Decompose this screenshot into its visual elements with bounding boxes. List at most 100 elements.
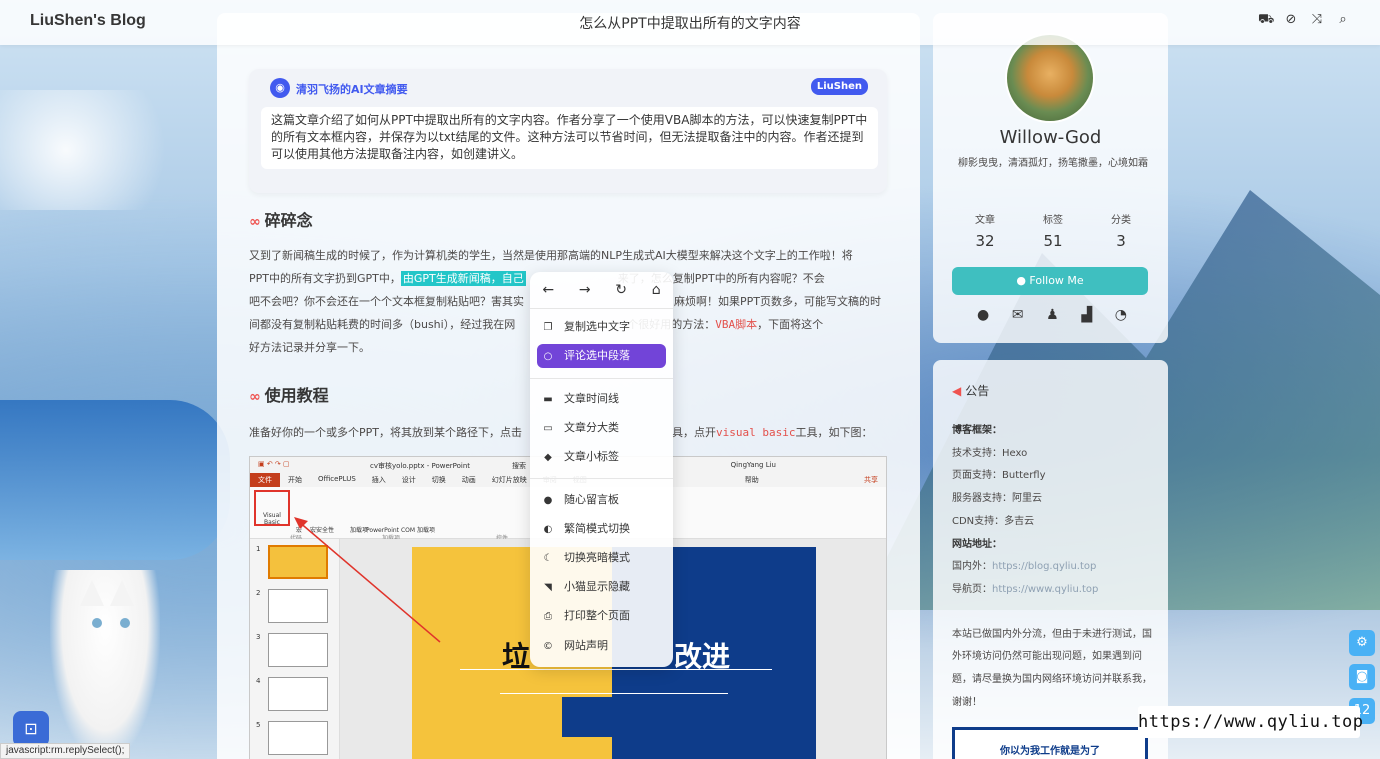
right-click-context-menu: ← → ↻ ⌂ ❐ 复制选中文字 ○ 评论选中段落 ▬ 文章时间线 ▭ 文章分大类 ◆ 文… bbox=[530, 272, 673, 667]
forward-arrow-icon[interactable]: → bbox=[579, 282, 591, 298]
menu-item-darkmode-toggle[interactable]: ☾ 切换亮暗模式 bbox=[540, 546, 666, 570]
menu-item-copy-selection[interactable]: ❐ 复制选中文字 bbox=[540, 315, 666, 339]
stat-articles[interactable]: 文章 32 bbox=[953, 211, 1017, 250]
stat-label: 标签 bbox=[1043, 215, 1063, 226]
slide-number: 3 bbox=[256, 633, 261, 641]
site-name-link[interactable]: LiuShen's Blog bbox=[30, 12, 146, 30]
section-title: 碎碎念 bbox=[264, 211, 313, 230]
stat-value: 51 bbox=[1043, 232, 1063, 250]
menu-item-print[interactable]: ⎙ 打印整个页面 bbox=[540, 604, 666, 628]
ai-summary-title: 清羽飞扬的AI文章摘要 bbox=[296, 83, 408, 96]
menu-item-archive[interactable]: ▬ 文章时间线 bbox=[540, 387, 666, 411]
copy-icon: ❐ bbox=[543, 322, 553, 333]
ai-summary-badge[interactable]: LiuShen bbox=[810, 78, 868, 95]
link-icon[interactable]: ⊘ bbox=[1284, 13, 1298, 27]
back-arrow-icon[interactable]: ← bbox=[542, 282, 554, 298]
ppt-tab: 开始 bbox=[288, 476, 302, 484]
robot-icon: ◉ bbox=[270, 78, 290, 98]
ai-summary-box: ◉ 清羽飞扬的AI文章摘要 LiuShen 这篇文章介绍了如何从PPT中提取出所… bbox=[249, 69, 887, 193]
selected-text-highlight: 由GPT生成新闻稿，自己 bbox=[400, 271, 526, 286]
slide-title-left: 垃 bbox=[502, 640, 531, 673]
chart-icon[interactable]: ▟ bbox=[1081, 307, 1092, 323]
search-icon[interactable]: ⌕ bbox=[1336, 13, 1350, 27]
github-icon: ● bbox=[1016, 274, 1026, 287]
moon-icon: ☾ bbox=[543, 553, 553, 564]
visual-basic-button-highlighted: Visual Basic bbox=[254, 490, 290, 526]
live2d-cat-mascot[interactable] bbox=[50, 570, 160, 759]
stat-label: 文章 bbox=[975, 215, 995, 226]
inline-code: visual basic bbox=[715, 426, 796, 439]
menu-item-language-toggle[interactable]: ◐ 繁简模式切换 bbox=[540, 517, 666, 541]
github-icon[interactable]: ● bbox=[977, 307, 989, 323]
notice-label: 国内外： bbox=[952, 561, 992, 573]
context-nav-row: ← → ↻ ⌂ bbox=[530, 282, 673, 298]
announcement-header: ◀ 公告 bbox=[952, 382, 989, 399]
stat-value: 32 bbox=[975, 232, 995, 250]
notice-note: 本站已做国内外分流，但由于未进行测试，国外环境访问仍然可能出现问题，如果遇到问题… bbox=[952, 628, 1152, 708]
anchor-link-icon[interactable]: ∞ bbox=[249, 214, 261, 230]
home-icon[interactable]: ⌂ bbox=[652, 282, 661, 298]
domestic-url-link[interactable]: https://blog.qyliu.top bbox=[992, 561, 1096, 572]
browser-status-bar: javascript:rm.replySelect(); bbox=[0, 743, 131, 759]
author-name: Willow-God bbox=[999, 127, 1102, 148]
text-span: ，下面将这个 bbox=[757, 318, 824, 331]
background-lake bbox=[0, 400, 230, 560]
slide-number: 5 bbox=[256, 721, 261, 729]
text-span: PPT中的所有文字扔到GPT中， bbox=[249, 272, 401, 285]
slide-thumbnail bbox=[268, 677, 328, 711]
ppt-tab: 插入 bbox=[371, 476, 386, 484]
announcement-body: 博客框架： 技术支持：Hexo 页面支持：Butterfly 服务器支持：阿里云… bbox=[952, 420, 1152, 714]
menu-label: 繁简模式切换 bbox=[564, 522, 630, 535]
ai-chat-robot-button[interactable]: ⊡ bbox=[13, 711, 49, 747]
anchor-link-icon[interactable]: ∞ bbox=[249, 389, 261, 405]
menu-item-tags[interactable]: ◆ 文章小标签 bbox=[540, 445, 666, 469]
text-span: 准备好你的一个或多个PPT，将其放到某个路径下，点击 bbox=[249, 426, 522, 439]
settings-gear-icon[interactable]: ⚙ bbox=[1349, 630, 1375, 656]
menu-item-message-board[interactable]: ● 随心留言板 bbox=[540, 488, 666, 512]
menu-label: 随心留言板 bbox=[564, 493, 619, 506]
slide-number: 2 bbox=[256, 589, 261, 597]
menu-label: 文章小标签 bbox=[564, 450, 619, 463]
avatar[interactable] bbox=[1005, 33, 1095, 123]
menu-item-comment-selection[interactable]: ○ 评论选中段落 bbox=[537, 344, 666, 368]
follow-label: Follow Me bbox=[1029, 274, 1084, 287]
inline-code: VBA脚本 bbox=[715, 318, 758, 331]
site-header: LiuShen's Blog 怎么从PPT中提取出所有的文字内容 ⛟ ⊘ ⤨ ⌕ bbox=[0, 0, 1380, 45]
announcement-card: ◀ 公告 博客框架： 技术支持：Hexo 页面支持：Butterfly 服务器支持… bbox=[933, 360, 1168, 759]
cat-icon: ◥ bbox=[544, 582, 552, 593]
menu-item-categories[interactable]: ▭ 文章分大类 bbox=[540, 416, 666, 440]
notice-label: 导航页： bbox=[952, 583, 992, 595]
rss-icon[interactable]: ◔ bbox=[1115, 307, 1127, 323]
slide-number: 4 bbox=[256, 677, 261, 685]
social-links: ● ✉ ♟ ▟ ◔ bbox=[977, 307, 1127, 323]
message-board-icon: ● bbox=[543, 495, 553, 506]
qq-icon[interactable]: ♟ bbox=[1046, 307, 1059, 323]
background-clouds bbox=[0, 90, 220, 210]
menu-item-cat-toggle[interactable]: ◥ 小猫显示隐藏 bbox=[540, 575, 666, 599]
shuffle-icon[interactable]: ⤨ bbox=[1310, 13, 1324, 27]
stat-tags[interactable]: 标签 51 bbox=[1021, 211, 1085, 250]
author-profile-card: Willow-God 柳影曳曳，清酒孤灯，扬笔撒墨，心境如霜 文章 32 标签 … bbox=[933, 13, 1168, 343]
notice-line: 服务器支持：阿里云 bbox=[952, 493, 1042, 505]
stat-categories[interactable]: 分类 3 bbox=[1089, 211, 1153, 250]
section-heading-tutorial: ∞ 使用教程 bbox=[249, 382, 329, 406]
menu-label: 打印整个页面 bbox=[564, 609, 630, 622]
ppt-doc-title: cv审核yolo.pptx - PowerPoint bbox=[370, 462, 471, 470]
tags-icon: ◆ bbox=[544, 452, 552, 463]
follow-me-button[interactable]: ● Follow Me bbox=[952, 267, 1148, 295]
announcement-title: 公告 bbox=[965, 384, 990, 398]
menu-label: 评论选中段落 bbox=[564, 349, 630, 362]
menu-label: 切换亮暗模式 bbox=[564, 551, 630, 564]
comments-icon[interactable]: ◙ bbox=[1349, 664, 1375, 690]
email-icon[interactable]: ✉ bbox=[1012, 307, 1024, 323]
notice-image: 你以为我工作就是为了 bbox=[952, 727, 1148, 759]
ppt-tab: 切换 bbox=[431, 476, 446, 484]
refresh-icon[interactable]: ↻ bbox=[615, 282, 627, 298]
ppt-user: QingYang Liu bbox=[730, 461, 776, 469]
nav-url-link[interactable]: https://www.qyliu.top bbox=[992, 584, 1098, 595]
text-span: 间都没有复制粘贴耗费的时间多（bushi），经过我在网 bbox=[249, 318, 516, 331]
train-icon[interactable]: ⛟ bbox=[1258, 13, 1274, 27]
text-span: 具，点开 bbox=[671, 426, 716, 439]
author-motto: 柳影曳曳，清酒孤灯，扬笔撒墨，心境如霜 bbox=[958, 158, 1148, 169]
menu-item-site-statement[interactable]: © 网站声明 bbox=[540, 634, 666, 658]
